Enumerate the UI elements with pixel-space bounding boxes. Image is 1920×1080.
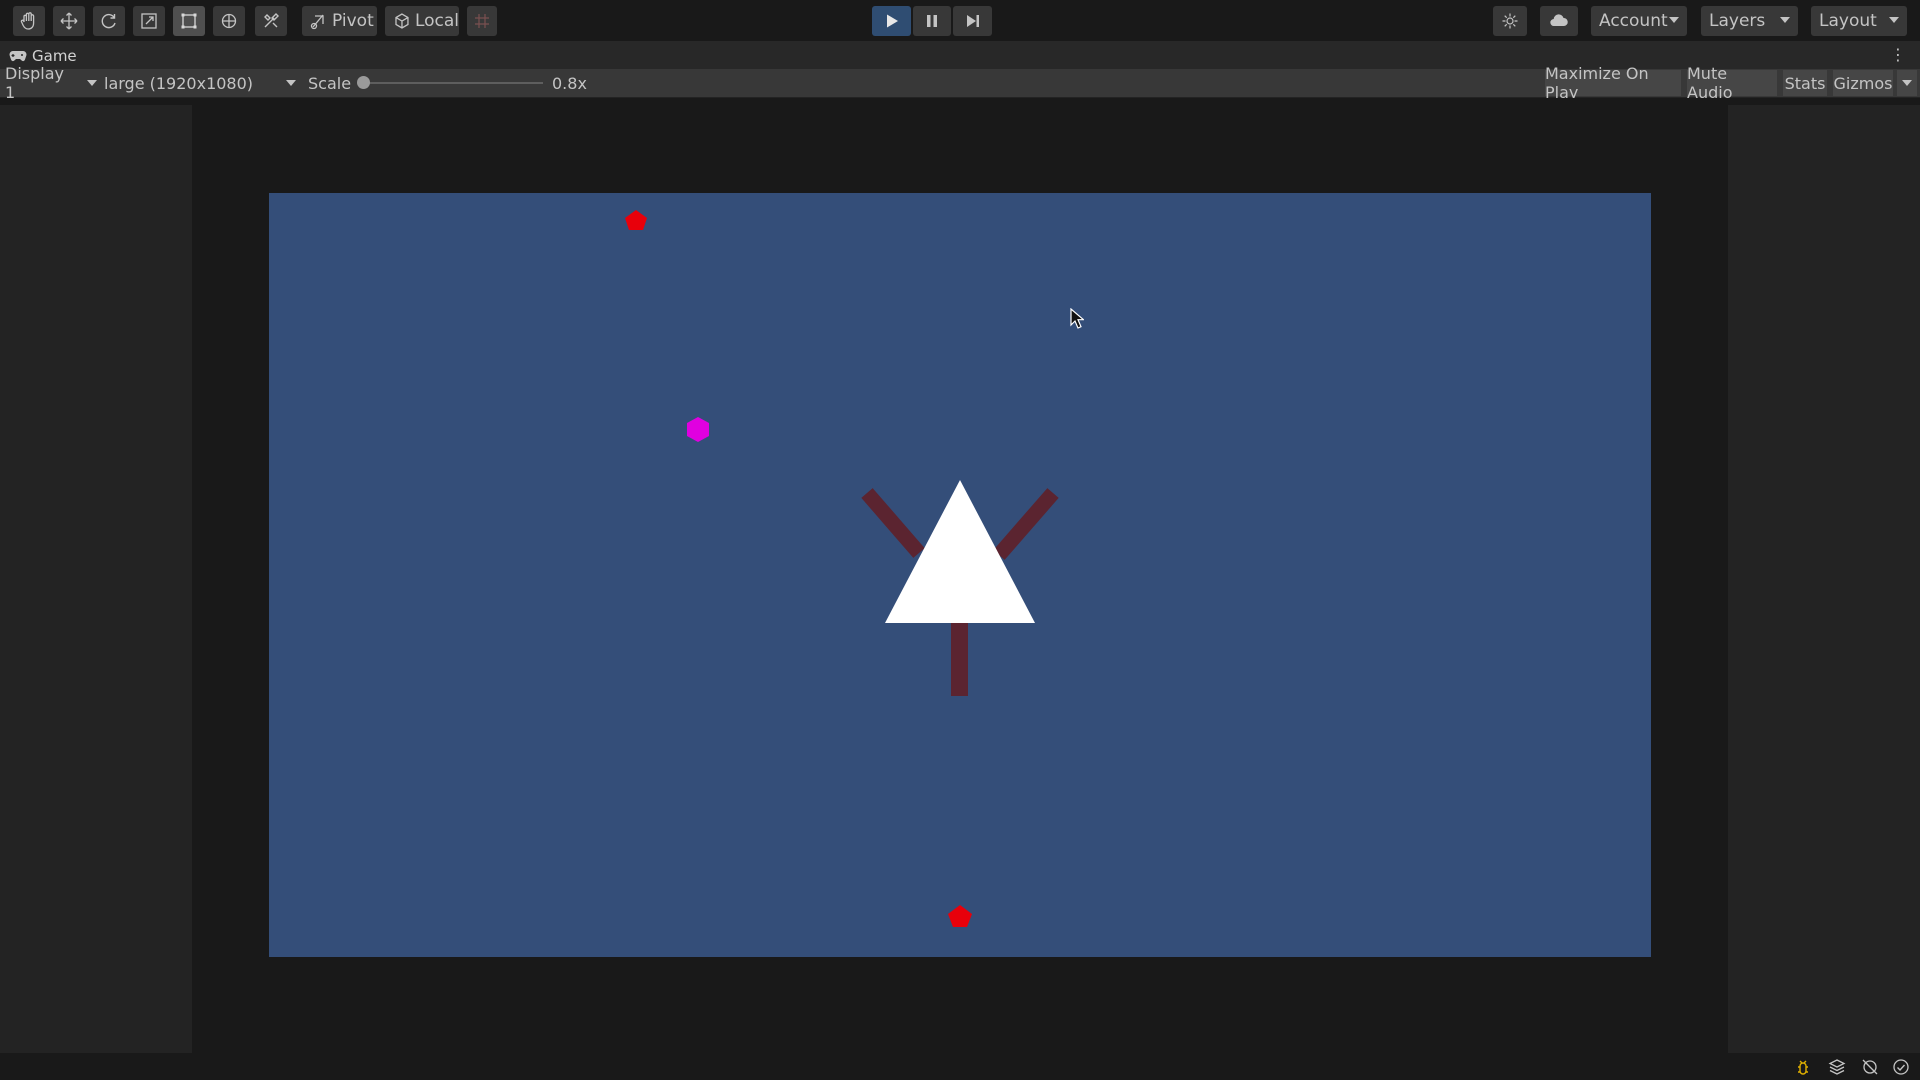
resolution-label: large (1920x1080) <box>104 73 254 93</box>
custom-tool-button[interactable] <box>255 6 287 36</box>
play-icon <box>886 14 898 28</box>
local-toggle[interactable]: Local <box>385 6 459 36</box>
local-label: Local <box>414 11 459 31</box>
letterbox-left <box>0 105 192 1053</box>
mute-audio-toggle[interactable]: Mute Audio <box>1687 64 1777 102</box>
display-label: Display 1 <box>5 64 64 102</box>
mouse-cursor-icon <box>1070 308 1084 329</box>
layout-label: Layout <box>1819 11 1877 31</box>
hand-tool-icon <box>20 12 35 30</box>
step-button[interactable] <box>953 6 992 36</box>
scale-value: 0.8x <box>552 73 587 93</box>
gizmos-dropdown[interactable] <box>1897 70 1917 96</box>
transform-tool-icon <box>221 13 237 29</box>
layers-stack-icon[interactable] <box>1828 1058 1846 1076</box>
chevron-down-icon <box>1780 17 1790 23</box>
letterbox-right <box>1728 105 1920 1053</box>
transform-tool-button[interactable] <box>213 6 245 36</box>
account-label: Account <box>1599 11 1668 31</box>
scale-tool-icon <box>141 13 157 29</box>
game-canvas[interactable] <box>269 193 1651 957</box>
cloud-icon <box>1550 14 1568 27</box>
scale-tool-button[interactable] <box>133 6 165 36</box>
chevron-down-icon <box>286 80 296 86</box>
scale-slider-track[interactable] <box>360 82 543 84</box>
custom-tool-icon <box>264 13 279 28</box>
grid-snap-button[interactable] <box>467 6 497 36</box>
pivot-label: Pivot <box>332 11 374 31</box>
grid-snap-icon <box>475 14 489 28</box>
scale-slider-handle[interactable] <box>357 76 370 89</box>
player-triangle <box>885 480 1035 623</box>
network-off-icon[interactable] <box>1861 1058 1879 1076</box>
lighting-button[interactable] <box>1493 6 1527 36</box>
gizmos-toggle[interactable]: Gizmos <box>1833 70 1893 96</box>
chevron-down-icon <box>1902 80 1912 86</box>
pause-button[interactable] <box>913 6 951 36</box>
layers-dropdown[interactable]: Layers <box>1701 6 1798 36</box>
status-bar <box>0 1053 1920 1080</box>
red-pentagon-bottom <box>948 905 972 927</box>
red-pentagon-top <box>625 210 647 230</box>
pivot-toggle[interactable]: Pivot <box>302 6 377 36</box>
cloud-button[interactable] <box>1540 6 1578 36</box>
rotate-tool-icon <box>101 13 116 29</box>
stats-toggle[interactable]: Stats <box>1783 70 1827 96</box>
hand-tool-button[interactable] <box>13 6 45 36</box>
chevron-down-icon <box>1889 17 1899 23</box>
tab-game-label: Game <box>32 47 77 65</box>
rect-tool-button[interactable] <box>173 6 205 36</box>
more-options-icon[interactable]: ⋮ <box>1890 45 1906 64</box>
player-left-arm <box>861 488 925 558</box>
pivot-icon <box>310 14 324 30</box>
game-scene <box>625 210 1059 927</box>
resolution-dropdown[interactable]: large (1920x1080) <box>104 69 296 97</box>
player-stem <box>951 620 968 696</box>
layout-dropdown[interactable]: Layout <box>1811 6 1907 36</box>
debug-bug-icon[interactable] <box>1794 1058 1812 1076</box>
move-tool-button[interactable] <box>53 6 85 36</box>
sun-icon <box>1502 13 1518 29</box>
rotate-tool-button[interactable] <box>93 6 125 36</box>
gamepad-icon <box>9 51 27 62</box>
chevron-down-icon <box>87 80 97 86</box>
play-button[interactable] <box>872 6 911 36</box>
maximize-on-play-toggle[interactable]: Maximize On Play <box>1545 64 1681 102</box>
step-icon <box>966 15 979 27</box>
display-dropdown[interactable]: Display 1 <box>5 64 97 102</box>
check-circle-icon[interactable] <box>1892 1058 1910 1076</box>
rect-tool-icon <box>181 13 197 29</box>
player-right-arm <box>993 488 1059 560</box>
scale-label: Scale <box>308 73 352 93</box>
magenta-hexagon <box>687 417 709 442</box>
move-tool-icon <box>60 12 78 30</box>
tab-game[interactable]: Game <box>9 47 77 65</box>
local-cube-icon <box>395 13 409 29</box>
chevron-down-icon <box>1669 17 1679 23</box>
account-dropdown[interactable]: Account <box>1591 6 1687 36</box>
layers-label: Layers <box>1709 11 1766 31</box>
pause-icon <box>927 15 937 27</box>
